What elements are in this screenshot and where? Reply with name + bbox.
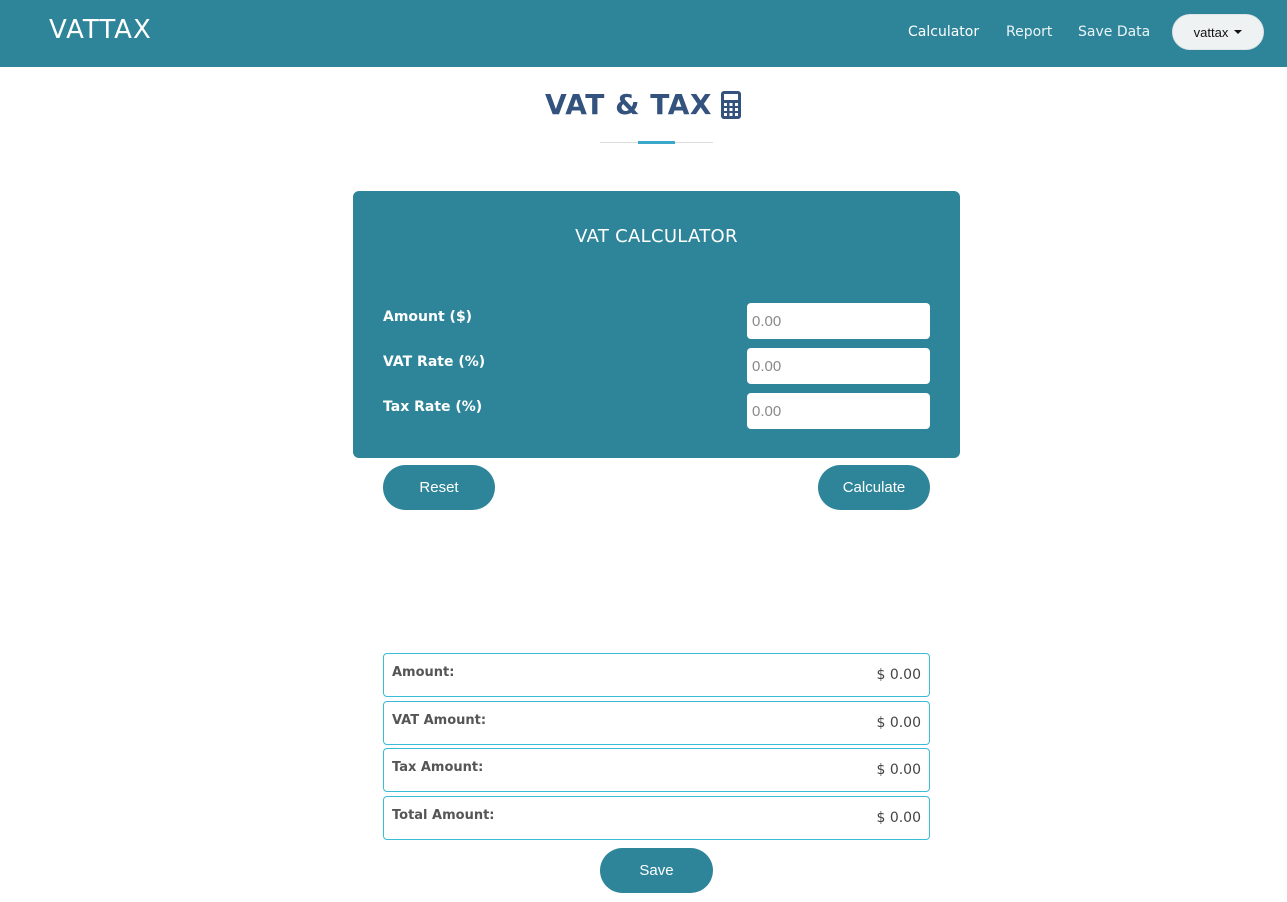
user-menu-button[interactable]: vattax (1172, 14, 1264, 50)
result-label: VAT Amount: (392, 713, 487, 728)
result-value: $ 0.00 (876, 762, 921, 778)
save-button[interactable]: Save (600, 848, 713, 893)
calculator-title: VAT CALCULATOR (575, 226, 738, 247)
amount-input[interactable] (747, 303, 930, 339)
result-row-amount: Amount: $ 0.00 (383, 653, 930, 697)
result-value: $ 0.00 (876, 715, 921, 731)
result-row-vat-amount: VAT Amount: $ 0.00 (383, 701, 930, 745)
nav-link-report[interactable]: Report (1006, 24, 1052, 40)
caret-down-icon (1234, 30, 1243, 34)
result-row-total-amount: Total Amount: $ 0.00 (383, 796, 930, 840)
calculator-icon (720, 90, 741, 119)
vat-calculator-card: VAT CALCULATOR Amount ($) VAT Rate (%) T… (353, 191, 960, 458)
nav-link-calculator[interactable]: Calculator (908, 24, 979, 40)
title-divider-accent (638, 141, 675, 144)
result-value: $ 0.00 (876, 667, 921, 683)
result-label: Tax Amount: (392, 760, 484, 775)
page-title: VAT & TAX (0, 88, 1287, 121)
brand-logo[interactable]: VATTAX (49, 15, 152, 45)
amount-label: Amount ($) (383, 309, 473, 325)
top-navbar: VATTAX Calculator Report Save Data vatta… (0, 0, 1287, 67)
page-title-text: VAT & TAX (545, 88, 712, 121)
tax-rate-input[interactable] (747, 393, 930, 429)
vat-rate-input[interactable] (747, 348, 930, 384)
result-label: Total Amount: (392, 808, 495, 823)
calculate-button[interactable]: Calculate (818, 465, 930, 510)
result-value: $ 0.00 (876, 810, 921, 826)
reset-button[interactable]: Reset (383, 465, 495, 510)
user-menu-label: vattax (1193, 24, 1229, 40)
tax-rate-label: Tax Rate (%) (383, 399, 483, 415)
nav-link-save-data[interactable]: Save Data (1078, 24, 1150, 40)
result-row-tax-amount: Tax Amount: $ 0.00 (383, 748, 930, 792)
result-label: Amount: (392, 665, 455, 680)
vat-rate-label: VAT Rate (%) (383, 354, 486, 370)
